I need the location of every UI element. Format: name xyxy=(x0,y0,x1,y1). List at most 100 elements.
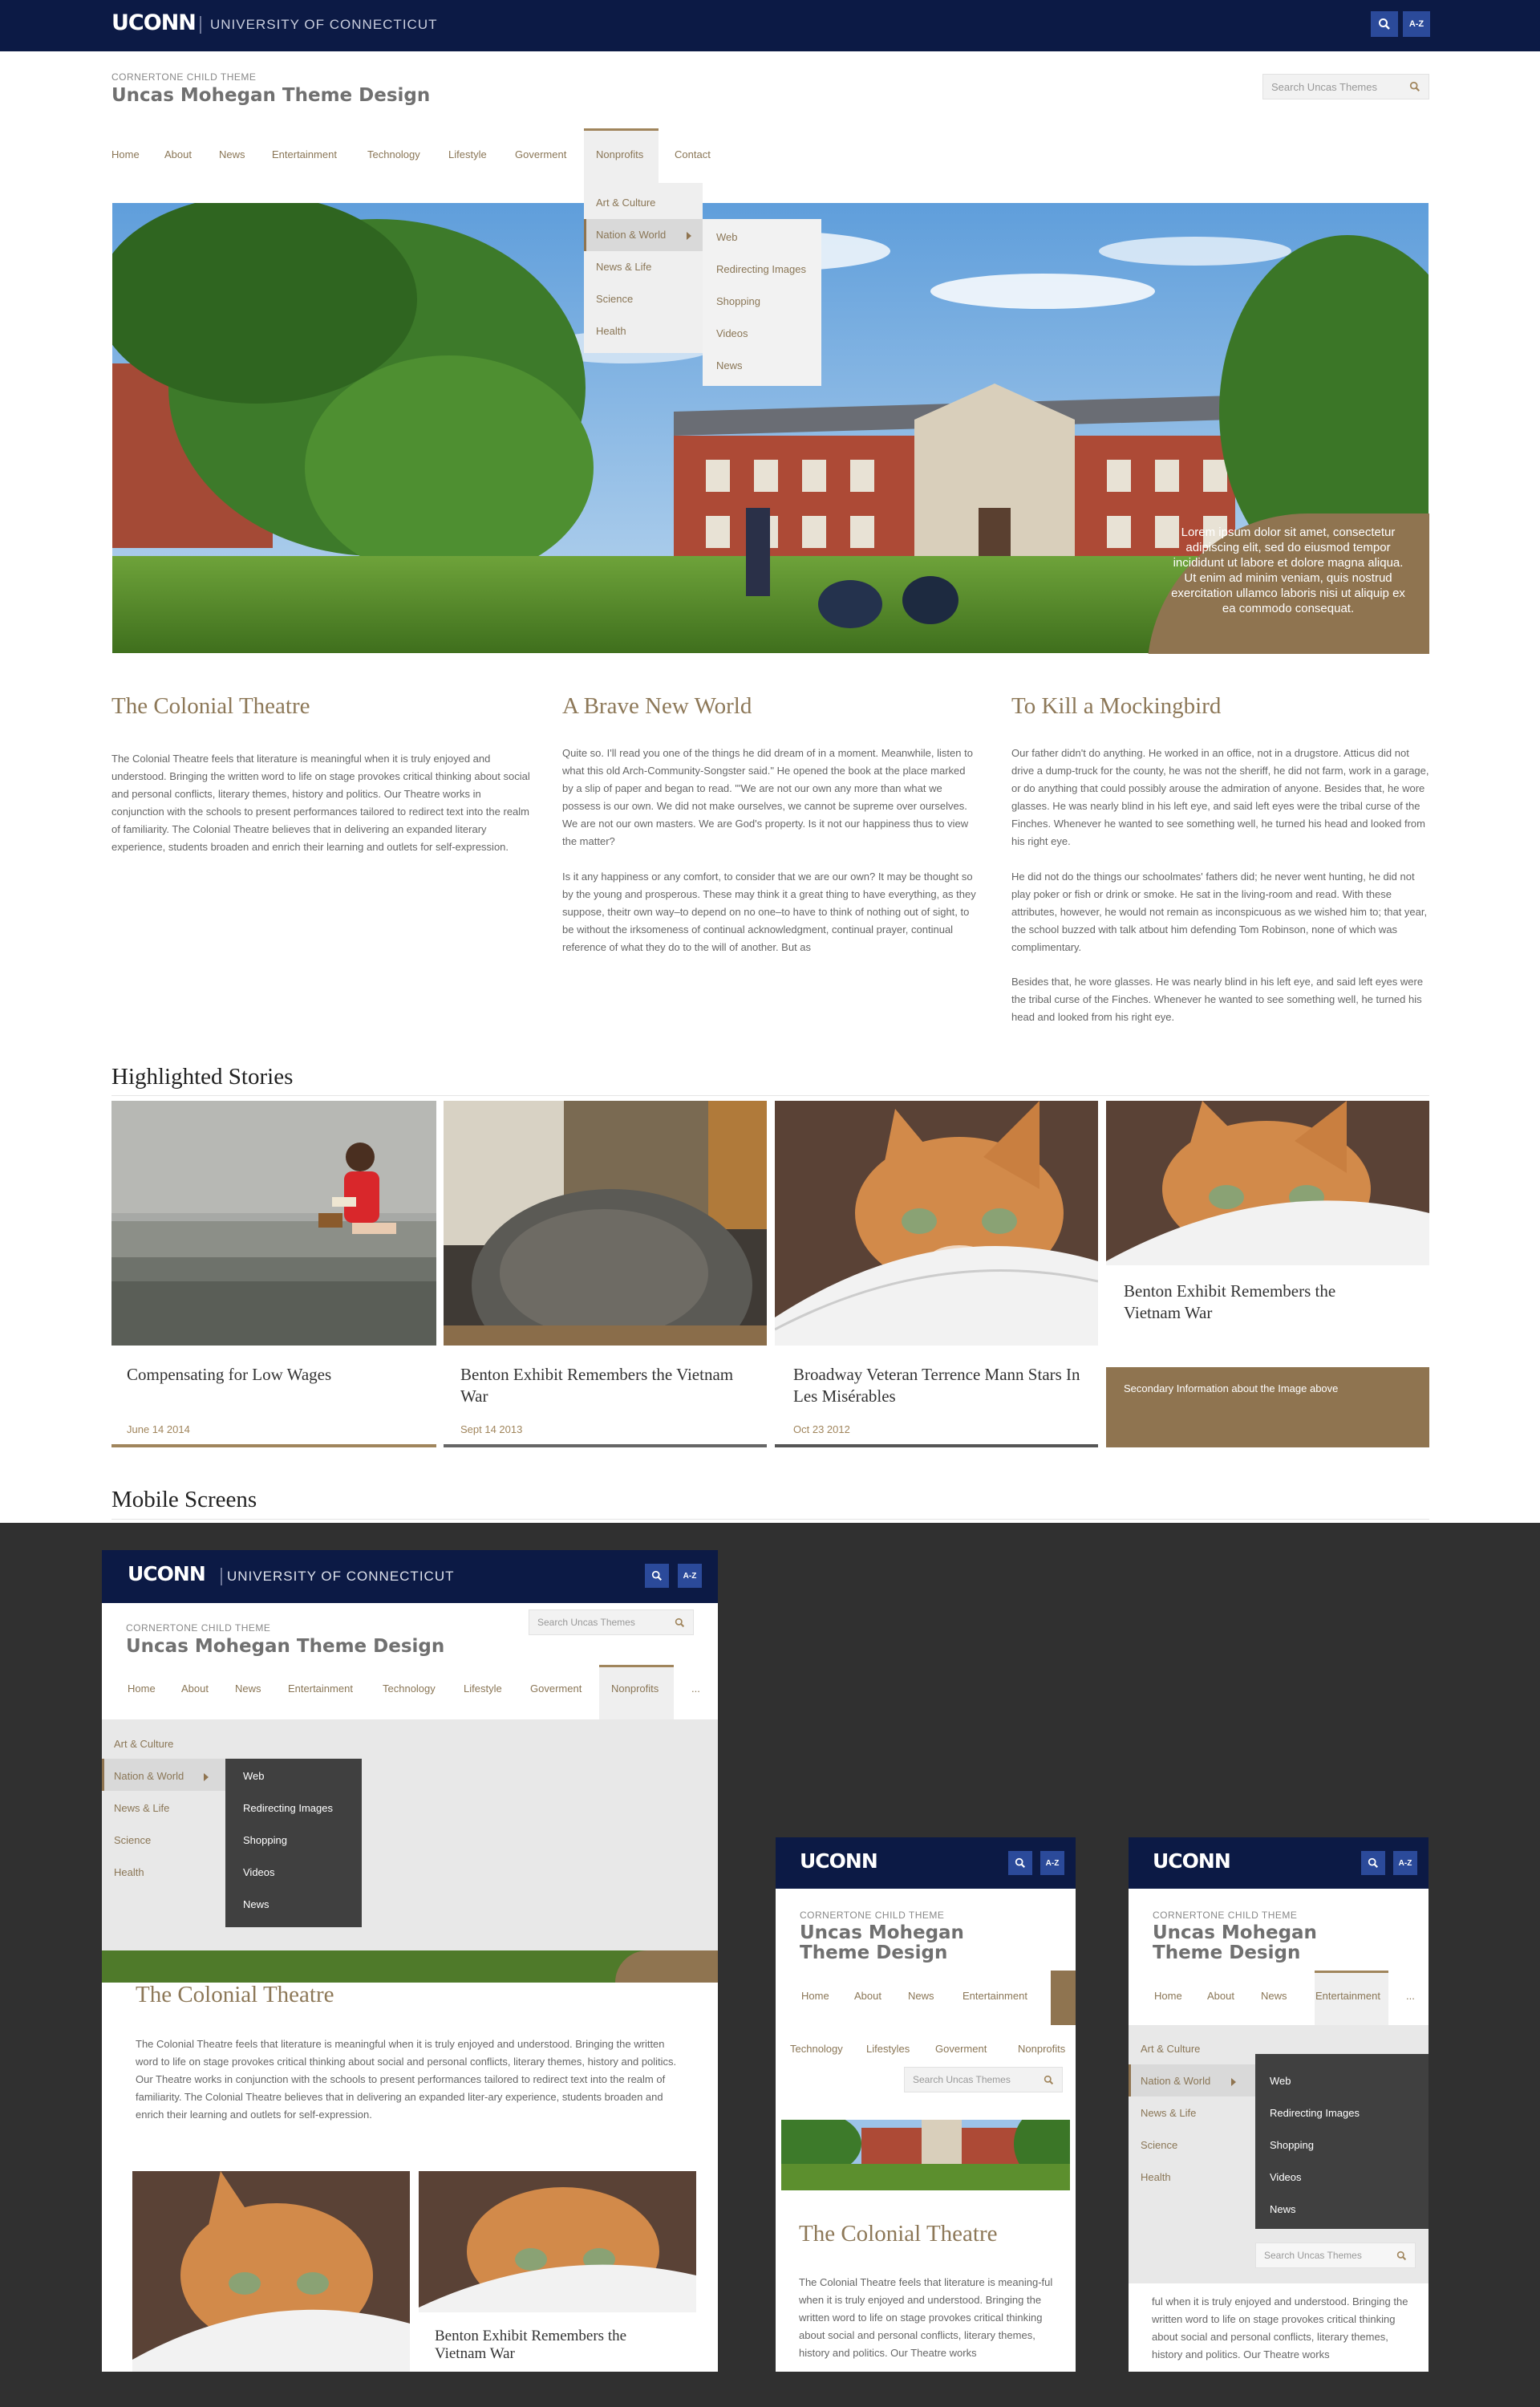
submenu-item-shopping[interactable]: Shopping xyxy=(1270,2139,1314,2151)
dropdown-item-art-culture[interactable]: Art & Culture xyxy=(596,197,655,209)
nav-item-entertainment[interactable]: Entertainment xyxy=(272,148,337,160)
uconn-logo[interactable]: UCONN xyxy=(1153,1849,1231,1873)
submenu-item-videos[interactable]: Videos xyxy=(243,1866,275,1878)
nav-item-news[interactable]: News xyxy=(908,1990,934,2002)
nav-item-technology[interactable]: Technology xyxy=(383,1682,436,1695)
search-input[interactable]: Search Uncas Themes xyxy=(904,2067,1063,2092)
nav-item-nonprofits[interactable]: Nonprofits xyxy=(1018,2043,1065,2055)
nav-item-about[interactable]: About xyxy=(181,1682,209,1695)
column-title[interactable]: The Colonial Theatre xyxy=(799,2221,998,2247)
search-icon[interactable] xyxy=(675,1618,685,1628)
dropdown-item-news-life[interactable]: News & Life xyxy=(1141,2107,1196,2119)
site-title[interactable]: Uncas Mohegan Theme Design xyxy=(800,1923,992,1963)
az-index-button[interactable]: A-Z xyxy=(678,1564,702,1588)
submenu-item-redirecting-images[interactable]: Redirecting Images xyxy=(243,1802,333,1814)
nav-item-news[interactable]: News xyxy=(1261,1990,1287,2002)
submenu-item-videos[interactable]: Videos xyxy=(1270,2171,1302,2183)
dropdown-item-news-life[interactable]: News & Life xyxy=(114,1802,169,1814)
az-index-button[interactable]: A-Z xyxy=(1040,1851,1064,1875)
az-index-button[interactable]: A-Z xyxy=(1403,11,1430,37)
nav-more-button[interactable] xyxy=(1051,1971,1076,2025)
submenu-item-news[interactable]: News xyxy=(716,359,743,371)
submenu-item-redirecting-images[interactable]: Redirecting Images xyxy=(716,263,806,275)
nav-item-home[interactable]: Home xyxy=(111,148,140,160)
nav-item-entertainment[interactable]: Entertainment xyxy=(1315,1990,1380,2002)
column-title[interactable]: A Brave New World xyxy=(562,693,752,720)
search-icon[interactable] xyxy=(1409,81,1420,92)
story-card[interactable]: Benton Exhibit Remembers the Vietnam War xyxy=(419,2171,696,2372)
search-input[interactable]: Search Uncas Themes xyxy=(529,1609,694,1635)
nav-item-nonprofits[interactable]: Nonprofits xyxy=(611,1682,659,1695)
story-card-title[interactable]: Benton Exhibit Remembers the Vietnam War xyxy=(435,2328,659,2363)
nav-more[interactable]: ... xyxy=(1406,1990,1415,2002)
dropdown-item-science[interactable]: Science xyxy=(114,1834,151,1846)
column-title[interactable]: The Colonial Theatre xyxy=(111,693,310,720)
dropdown-item-health[interactable]: Health xyxy=(596,325,626,337)
story-card[interactable]: Benton Exhibit Remembers the Vietnam War… xyxy=(1106,1101,1429,1447)
nav-item-about[interactable]: About xyxy=(854,1990,881,2002)
submenu-item-shopping[interactable]: Shopping xyxy=(716,295,760,307)
dropdown-item-nation-world[interactable]: Nation & World xyxy=(596,229,666,241)
submenu-item-web[interactable]: Web xyxy=(1270,2075,1291,2087)
submenu-item-shopping[interactable]: Shopping xyxy=(243,1834,287,1846)
dropdown-item-science[interactable]: Science xyxy=(1141,2139,1177,2151)
nav-item-entertainment[interactable]: Entertainment xyxy=(288,1682,353,1695)
column-title[interactable]: The Colonial Theatre xyxy=(136,1982,334,2008)
site-title[interactable]: Uncas Mohegan Theme Design xyxy=(126,1636,444,1657)
story-card-title[interactable]: Benton Exhibit Remembers the Vietnam War xyxy=(1124,1281,1380,1324)
nav-item-lifestyles[interactable]: Lifestyles xyxy=(866,2043,910,2055)
submenu-item-videos[interactable]: Videos xyxy=(716,327,748,339)
submenu-item-web[interactable]: Web xyxy=(243,1770,265,1782)
story-card-title[interactable]: Broadway Veteran Terrence Mann Stars In … xyxy=(793,1364,1082,1407)
submenu-item-redirecting-images[interactable]: Redirecting Images xyxy=(1270,2107,1360,2119)
search-input[interactable]: Search Uncas Themes xyxy=(1255,2243,1416,2268)
nav-item-goverment[interactable]: Goverment xyxy=(515,148,566,160)
nav-item-entertainment[interactable]: Entertainment xyxy=(962,1990,1027,2002)
nav-item-nonprofits[interactable]: Nonprofits xyxy=(596,148,643,160)
dropdown-item-nation-world[interactable]: Nation & World xyxy=(114,1770,184,1782)
dropdown-item-health[interactable]: Health xyxy=(114,1866,144,1878)
search-icon[interactable] xyxy=(1371,11,1398,37)
submenu-item-web[interactable]: Web xyxy=(716,231,738,243)
story-card[interactable]: Benton Exhibit Remembers the Vietnam War… xyxy=(444,1101,767,1447)
site-title[interactable]: Uncas Mohegan Theme Design xyxy=(111,85,430,106)
nav-item-news[interactable]: News xyxy=(235,1682,261,1695)
column-title[interactable]: To Kill a Mockingbird xyxy=(1011,693,1221,720)
story-card-title[interactable]: Benton Exhibit Remembers the Vietnam War xyxy=(460,1364,749,1407)
nav-item-news[interactable]: News xyxy=(219,148,245,160)
story-card[interactable]: Compensating for Low Wages June 14 2014 xyxy=(111,1101,436,1447)
dropdown-item-health[interactable]: Health xyxy=(1141,2171,1171,2183)
nav-item-technology[interactable]: Technology xyxy=(367,148,420,160)
uconn-logo[interactable]: UCONN xyxy=(111,10,197,35)
nav-item-technology[interactable]: Technology xyxy=(790,2043,843,2055)
nav-more[interactable]: ... xyxy=(691,1682,700,1695)
story-card[interactable] xyxy=(132,2171,410,2372)
search-icon[interactable] xyxy=(645,1564,669,1588)
dropdown-item-news-life[interactable]: News & Life xyxy=(596,261,651,273)
dropdown-item-nation-world[interactable]: Nation & World xyxy=(1141,2075,1210,2087)
dropdown-item-art-culture[interactable]: Art & Culture xyxy=(1141,2043,1200,2055)
az-index-button[interactable]: A-Z xyxy=(1393,1851,1417,1875)
nav-item-goverment[interactable]: Goverment xyxy=(935,2043,987,2055)
submenu-item-news[interactable]: News xyxy=(1270,2203,1296,2215)
site-title[interactable]: Uncas Mohegan Theme Design xyxy=(1153,1923,1345,1963)
uconn-logo[interactable]: UCONN xyxy=(128,1562,206,1585)
nav-item-home[interactable]: Home xyxy=(1154,1990,1182,2002)
nav-item-lifestyle[interactable]: Lifestyle xyxy=(448,148,487,160)
dropdown-item-art-culture[interactable]: Art & Culture xyxy=(114,1738,173,1750)
nav-item-about[interactable]: About xyxy=(164,148,192,160)
story-card-title[interactable]: Compensating for Low Wages xyxy=(127,1364,424,1386)
nav-item-about[interactable]: About xyxy=(1207,1990,1234,2002)
nav-item-goverment[interactable]: Goverment xyxy=(530,1682,582,1695)
search-icon[interactable] xyxy=(1044,2075,1054,2085)
dropdown-item-science[interactable]: Science xyxy=(596,293,633,305)
search-input[interactable]: Search Uncas Themes xyxy=(1262,74,1429,99)
nav-item-home[interactable]: Home xyxy=(801,1990,829,2002)
search-icon[interactable] xyxy=(1008,1851,1032,1875)
submenu-item-news[interactable]: News xyxy=(243,1898,270,1910)
nav-item-lifestyle[interactable]: Lifestyle xyxy=(464,1682,502,1695)
story-card[interactable]: Broadway Veteran Terrence Mann Stars In … xyxy=(775,1101,1098,1447)
nav-item-home[interactable]: Home xyxy=(128,1682,156,1695)
search-icon[interactable] xyxy=(1361,1851,1385,1875)
search-icon[interactable] xyxy=(1396,2251,1407,2261)
